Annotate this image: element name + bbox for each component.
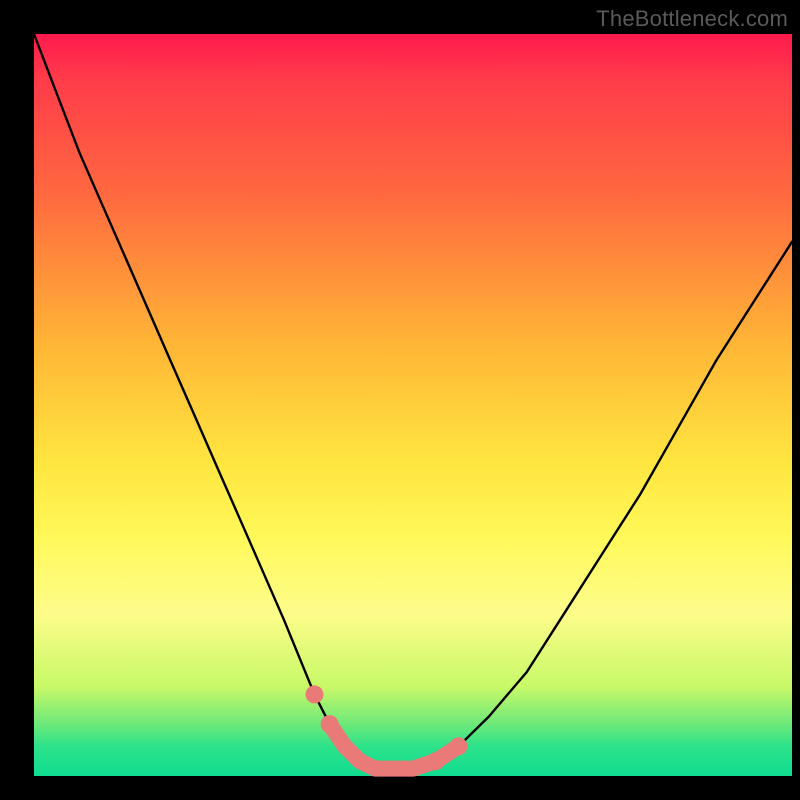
chart-frame: TheBottleneck.com bbox=[0, 0, 800, 800]
watermark-text: TheBottleneck.com bbox=[596, 6, 788, 32]
chart-canvas bbox=[34, 34, 792, 776]
